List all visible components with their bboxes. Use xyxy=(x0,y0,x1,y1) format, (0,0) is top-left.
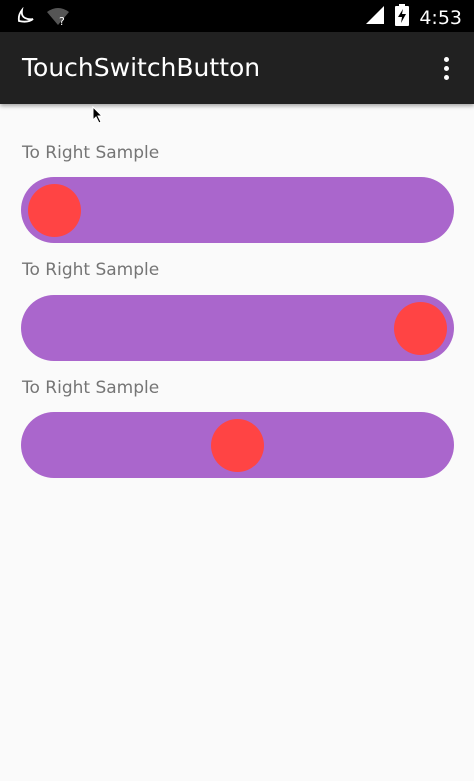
status-bar: ? 4:53 xyxy=(0,0,474,32)
switch-label-1: To Right Sample xyxy=(22,143,160,163)
switch-thumb-3[interactable] xyxy=(211,419,264,472)
svg-text:?: ? xyxy=(59,15,65,26)
status-left-icons: ? xyxy=(16,6,70,31)
app-bar: TouchSwitchButton xyxy=(0,32,474,104)
switch-label-2: To Right Sample xyxy=(22,260,160,280)
touch-switch-1[interactable] xyxy=(21,177,454,243)
status-right-icons: 4:53 xyxy=(365,4,462,31)
more-vert-icon[interactable] xyxy=(434,50,458,86)
touch-switch-2[interactable] xyxy=(21,295,454,361)
signal-icon xyxy=(365,5,385,30)
touch-switch-3[interactable] xyxy=(21,412,454,478)
notification-icon xyxy=(16,6,36,30)
battery-charging-icon xyxy=(395,4,410,31)
switch-thumb-2[interactable] xyxy=(394,302,447,355)
app-title: TouchSwitchButton xyxy=(22,53,261,82)
status-time: 4:53 xyxy=(419,6,462,29)
mouse-cursor-icon xyxy=(92,105,104,129)
switch-label-3: To Right Sample xyxy=(22,378,160,398)
switch-thumb-1[interactable] xyxy=(28,184,81,237)
wifi-unknown-icon: ? xyxy=(46,6,70,31)
